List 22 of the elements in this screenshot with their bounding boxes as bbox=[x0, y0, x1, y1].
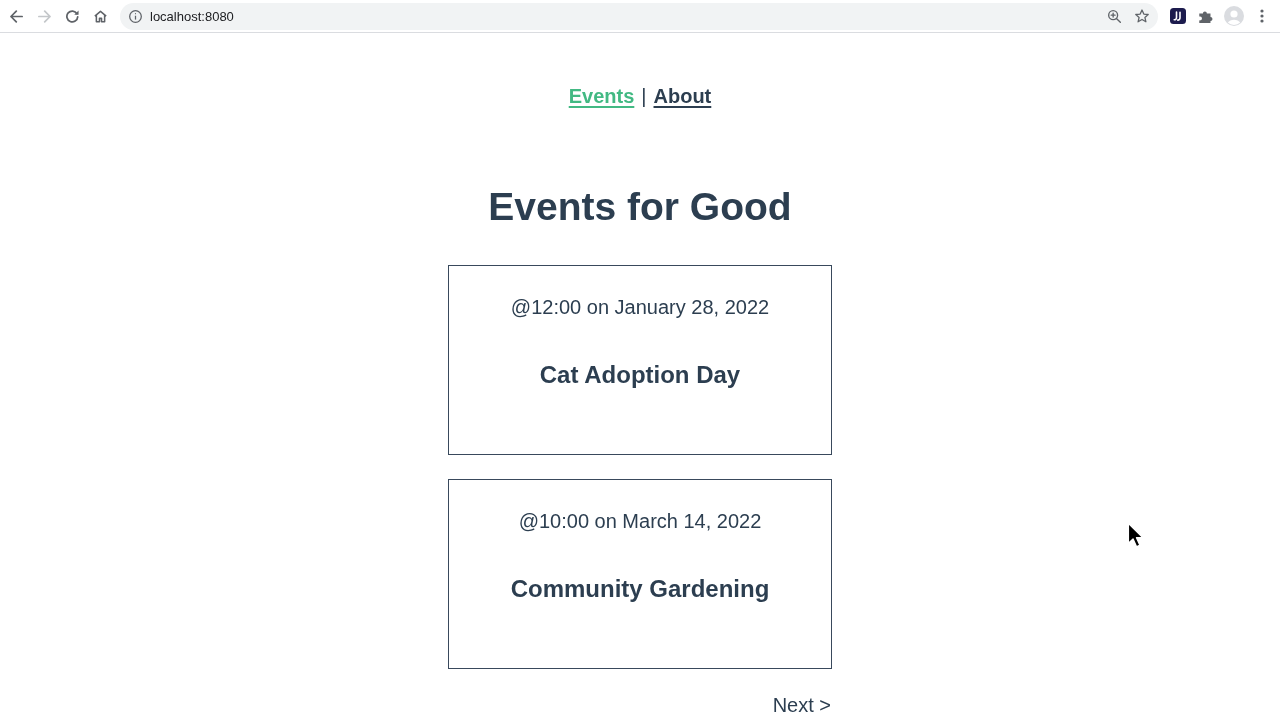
next-page-link[interactable]: Next > bbox=[772, 694, 831, 717]
event-card[interactable]: @12:00 on January 28, 2022 Cat Adoption Day bbox=[448, 265, 832, 455]
nav-separator: | bbox=[641, 84, 647, 108]
home-icon[interactable] bbox=[93, 9, 107, 23]
extension-icon[interactable] bbox=[1170, 8, 1186, 24]
zoom-icon[interactable] bbox=[1107, 9, 1121, 23]
event-date: @10:00 on March 14, 2022 bbox=[518, 509, 762, 533]
address-bar[interactable]: localhost:8080 bbox=[120, 2, 1158, 30]
url-text[interactable]: localhost:8080 bbox=[150, 8, 234, 24]
menu-icon[interactable] bbox=[1260, 9, 1264, 23]
nav-link[interactable]: About bbox=[653, 84, 712, 108]
back-arrow-icon[interactable] bbox=[9, 9, 23, 23]
puzzle-icon[interactable] bbox=[1199, 9, 1213, 23]
reload-icon[interactable] bbox=[65, 9, 79, 23]
page-heading: Events for Good bbox=[487, 184, 793, 230]
mouse-pointer-icon bbox=[1127, 522, 1144, 548]
info-icon[interactable] bbox=[129, 9, 142, 23]
star-icon[interactable] bbox=[1135, 9, 1149, 23]
event-title: Community Gardening bbox=[509, 574, 771, 604]
event-date: @12:00 on January 28, 2022 bbox=[510, 295, 770, 319]
event-card[interactable]: @10:00 on March 14, 2022 Community Gardening bbox=[448, 479, 832, 669]
event-title: Cat Adoption Day bbox=[538, 360, 742, 390]
